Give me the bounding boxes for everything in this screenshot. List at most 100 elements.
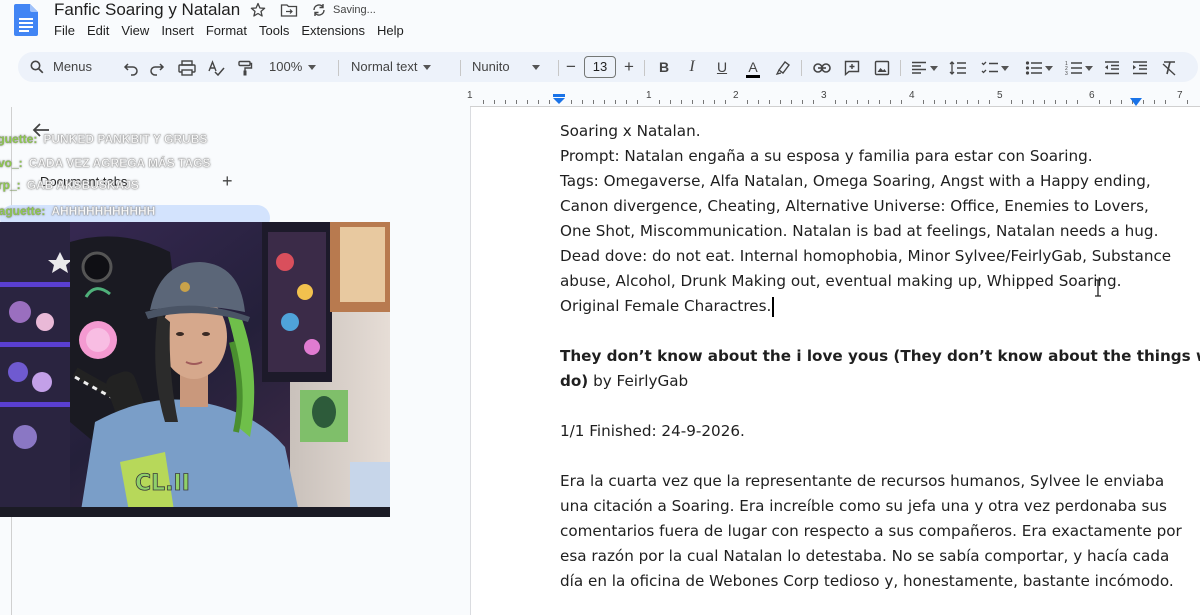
ruler-tick <box>802 100 803 104</box>
paint-format-button[interactable] <box>234 52 256 82</box>
ruler-tick <box>1044 100 1045 104</box>
doc-line: comentarios fuera de lugar con respecto … <box>560 522 1182 540</box>
ruler-tick <box>934 100 935 104</box>
clear-formatting-icon <box>1162 61 1176 76</box>
folder-move-icon[interactable] <box>280 2 298 22</box>
italic-button[interactable]: I <box>683 52 701 82</box>
line-spacing-icon <box>949 61 966 76</box>
font-select[interactable]: Nunito <box>472 52 552 82</box>
bulleted-list-icon <box>1025 61 1042 75</box>
numbered-list-button[interactable]: 123 <box>1062 52 1096 82</box>
bulleted-list-button[interactable] <box>1022 52 1056 82</box>
undo-button[interactable] <box>120 52 142 82</box>
underline-button[interactable]: U <box>713 52 731 82</box>
insert-image-button[interactable] <box>872 52 892 82</box>
horizontal-ruler[interactable]: 1 1 2 3 4 5 6 7 <box>467 89 1200 107</box>
toolbar: Menus 100% Normal text Nunito − 13 + B I… <box>18 52 1198 82</box>
document-body[interactable]: Soaring x Natalan. Prompt: Natalan engañ… <box>560 119 1200 594</box>
document-title[interactable]: Fanfic Soaring y Natalan <box>54 0 240 20</box>
line-spacing-button[interactable] <box>948 52 968 82</box>
increase-indent-button[interactable] <box>1130 52 1150 82</box>
add-tab-button[interactable]: + <box>222 171 233 192</box>
ruler-tick <box>527 100 528 104</box>
font-value: Nunito <box>472 59 510 74</box>
ruler-tick <box>1022 100 1023 104</box>
insert-link-button[interactable] <box>812 52 832 82</box>
ruler-tick <box>769 100 770 104</box>
document-page[interactable]: Soaring x Natalan. Prompt: Natalan engañ… <box>470 107 1200 615</box>
menu-tools[interactable]: Tools <box>253 22 295 40</box>
chevron-down-icon <box>423 65 432 71</box>
ruler-tick <box>615 100 616 104</box>
menu-format[interactable]: Format <box>200 22 253 40</box>
doc-line: una citación a Soaring. Era increíble co… <box>560 497 1167 515</box>
menu-view[interactable]: View <box>115 22 155 40</box>
menu-help[interactable]: Help <box>371 22 410 40</box>
decrease-indent-button[interactable] <box>1102 52 1122 82</box>
docs-logo-icon[interactable] <box>14 4 38 36</box>
ruler-tick <box>1110 100 1111 104</box>
menu-file[interactable]: File <box>48 22 81 40</box>
fic-title-bold: They don’t know about the i love yous (T… <box>560 347 1200 365</box>
ruler-tick <box>593 100 594 104</box>
ruler-tick <box>1066 100 1067 104</box>
ruler-tick <box>582 100 583 104</box>
ruler-tick <box>505 100 506 104</box>
increase-font-size-button[interactable]: + <box>621 52 637 82</box>
align-button[interactable] <box>908 52 940 82</box>
ruler-tick <box>835 100 836 104</box>
ruler-tick <box>494 100 495 104</box>
highlight-button[interactable] <box>773 52 793 82</box>
ruler-tick <box>670 100 671 104</box>
fic-title-paragraph: They don’t know about the i love yous (T… <box>560 344 1200 394</box>
webcam-streamer-image: CL.II <box>0 222 390 517</box>
menu-insert[interactable]: Insert <box>155 22 200 40</box>
doc-line: Prompt: Natalan engaña a su esposa y fam… <box>560 147 1093 165</box>
ruler-number: 2 <box>733 90 739 101</box>
style-select[interactable]: Normal text <box>351 52 451 82</box>
chevron-down-icon <box>1001 65 1009 71</box>
ruler-tick <box>879 100 880 104</box>
clear-formatting-button[interactable] <box>1159 52 1179 82</box>
bold-button[interactable]: B <box>655 52 673 82</box>
image-icon <box>874 61 890 76</box>
font-size-input[interactable]: 13 <box>584 56 616 78</box>
decrease-font-size-button[interactable]: − <box>563 52 579 82</box>
left-indent-marker-icon[interactable] <box>552 94 566 104</box>
checklist-button[interactable] <box>978 52 1012 82</box>
ruler-number: 7 <box>1177 90 1183 101</box>
text-color-button[interactable]: A <box>743 52 763 82</box>
chat-message: Baguette: AHHHHHHHHHHH <box>0 204 156 218</box>
star-icon[interactable] <box>250 2 266 22</box>
ruler-number: 6 <box>1089 90 1095 101</box>
ruler-number: 5 <box>997 90 1003 101</box>
spellcheck-button[interactable] <box>205 52 227 82</box>
right-indent-marker-icon[interactable] <box>1130 98 1142 106</box>
toolbar-divider <box>338 60 339 76</box>
zoom-select[interactable]: 100% <box>269 52 329 82</box>
chevron-down-icon <box>531 65 540 71</box>
redo-button[interactable] <box>146 52 168 82</box>
ruler-tick <box>967 100 968 104</box>
decrease-indent-icon <box>1105 61 1119 75</box>
align-left-icon <box>911 62 926 75</box>
title-bar: Fanfic Soaring y Natalan Saving... File … <box>0 0 1200 46</box>
ruler-tick <box>747 100 748 104</box>
undo-icon <box>123 63 138 77</box>
ruler-number: 1 <box>646 90 652 101</box>
menu-edit[interactable]: Edit <box>81 22 115 40</box>
ruler-tick <box>978 100 979 104</box>
toolbar-divider <box>558 60 559 76</box>
ruler-tick <box>989 100 990 104</box>
ruler-tick <box>1187 100 1188 104</box>
add-comment-button[interactable] <box>842 52 862 82</box>
ruler-tick <box>923 100 924 104</box>
print-button[interactable] <box>176 52 198 82</box>
ruler-tick <box>1077 100 1078 104</box>
search-menus-button[interactable]: Menus <box>18 52 110 82</box>
doc-line: Tags: Omegaverse, Alfa Natalan, Omega So… <box>560 172 1151 190</box>
menu-extensions[interactable]: Extensions <box>295 22 371 40</box>
ruler-number: 4 <box>909 90 915 101</box>
text-cursor <box>772 296 774 317</box>
comment-icon <box>844 61 860 77</box>
